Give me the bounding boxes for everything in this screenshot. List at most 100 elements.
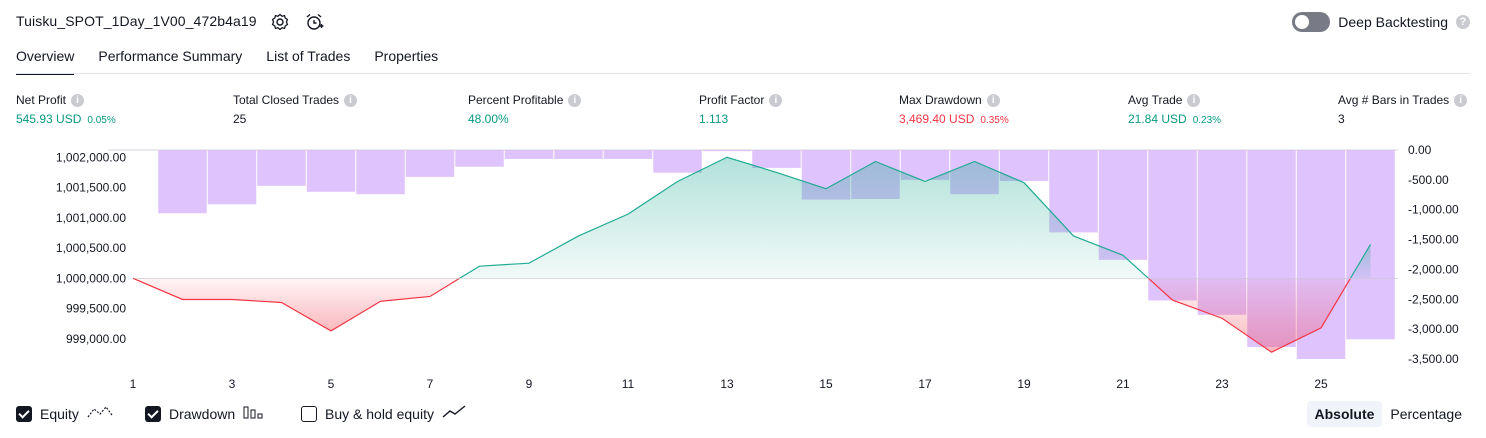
drawdown-bar — [405, 150, 455, 177]
x-axis-tick: 11 — [622, 377, 635, 391]
left-axis-tick: 1,000,000.00 — [56, 271, 126, 285]
deep-backtesting-toggle[interactable] — [1292, 12, 1331, 32]
info-icon[interactable]: i — [1454, 93, 1468, 107]
right-axis-tick: -500.00 — [1408, 173, 1449, 187]
metric-profit-factor: Profit Factor i 1.113 — [699, 93, 783, 126]
info-icon[interactable]: i — [1187, 93, 1201, 107]
right-axis-tick: -1,000.00 — [1408, 203, 1459, 217]
left-axis-tick: 1,001,500.00 — [56, 181, 126, 195]
metric-label: Percent Profitable — [468, 93, 564, 107]
drawdown-bar — [653, 150, 702, 173]
info-icon[interactable]: i — [71, 93, 85, 107]
drawdown-checkbox[interactable] — [145, 405, 161, 422]
metric-avg-trade: Avg Trade i 21.84 USD 0.23% — [1128, 93, 1221, 126]
metric-value: 25 — [233, 112, 247, 126]
absolute-button[interactable]: Absolute — [1306, 401, 1383, 427]
drawdown-bar — [207, 150, 257, 205]
strategy-title: Tuisku_SPOT_1Day_1V00_472b4a19 — [16, 13, 257, 29]
drawdown-bar — [702, 150, 752, 152]
info-icon[interactable]: i — [568, 93, 582, 107]
metric-label: Max Drawdown — [899, 93, 982, 107]
metric-label: Total Closed Trades — [233, 93, 340, 107]
metric-avg-bars: Avg # Bars in Trades i 3 — [1338, 93, 1468, 126]
metric-label: Net Profit — [16, 93, 67, 107]
x-axis-tick: 7 — [427, 377, 434, 391]
tab-overview[interactable]: Overview — [16, 48, 75, 75]
legend-equity-label: Equity — [40, 405, 79, 422]
drawdown-bar — [504, 150, 554, 159]
metric-label: Avg Trade — [1128, 93, 1183, 107]
drawdown-bar — [1148, 150, 1197, 301]
right-axis-tick: -3,500.00 — [1408, 352, 1459, 366]
alarm-clock-plus-icon[interactable] — [304, 12, 324, 32]
legend-buy-hold-label: Buy & hold equity — [325, 405, 434, 422]
info-icon[interactable]: i — [769, 93, 783, 107]
metric-value: 3 — [1338, 112, 1345, 126]
left-axis-tick: 999,500.00 — [66, 302, 126, 316]
drawdown-bar — [257, 150, 306, 186]
drawdown-bar — [554, 150, 603, 159]
equity-line-icon — [87, 405, 113, 422]
drawdown-bar — [455, 150, 504, 167]
equity-checkbox[interactable] — [16, 405, 32, 422]
left-axis-tick: 1,002,000.00 — [56, 150, 126, 164]
left-axis-tick: 999,000.00 — [66, 332, 126, 346]
x-axis-tick: 23 — [1215, 377, 1229, 391]
metric-value: 21.84 USD — [1128, 112, 1187, 126]
metric-label: Profit Factor — [699, 93, 765, 107]
metric-label: Avg # Bars in Trades — [1338, 93, 1450, 107]
percentage-button[interactable]: Percentage — [1382, 401, 1470, 427]
x-axis-tick: 15 — [819, 377, 833, 391]
info-icon[interactable]: i — [344, 93, 358, 107]
metric-percent: 0.35% — [980, 115, 1009, 126]
x-axis-tick: 17 — [918, 377, 932, 391]
x-axis-tick: 5 — [328, 377, 335, 391]
scale-toggle: Absolute Percentage — [1306, 401, 1471, 427]
x-axis-tick: 13 — [720, 377, 734, 391]
equity-chart[interactable]: 1,002,000.00 1,001,500.00 1,001,000.00 1,00… — [0, 140, 1486, 398]
bar-chart-icon — [243, 405, 265, 422]
x-axis-tick: 25 — [1314, 377, 1328, 391]
metric-max-drawdown: Max Drawdown i 3,469.40 USD 0.35% — [899, 93, 1009, 126]
metric-value: 545.93 USD — [16, 112, 82, 126]
legend-equity[interactable]: Equity — [16, 405, 113, 422]
gear-icon[interactable] — [270, 12, 290, 32]
drawdown-bar — [603, 150, 653, 159]
x-axis-tick: 1 — [130, 377, 137, 391]
metric-total-closed-trades: Total Closed Trades i 25 — [233, 93, 358, 126]
left-axis-tick: 1,001,000.00 — [56, 211, 126, 225]
metric-value: 1.113 — [699, 112, 729, 126]
right-axis-tick: -3,000.00 — [1408, 322, 1459, 336]
x-axis-tick: 3 — [229, 377, 236, 391]
help-icon[interactable]: ? — [1456, 15, 1470, 29]
x-axis-tick: 9 — [526, 377, 533, 391]
legend-drawdown-label: Drawdown — [169, 405, 236, 422]
metric-value: 3,469.40 USD — [899, 112, 975, 126]
legend-buy-hold[interactable]: Buy & hold equity — [301, 405, 466, 422]
right-axis-tick: -2,000.00 — [1408, 262, 1459, 276]
deep-backtesting: Deep Backtesting ? — [1292, 12, 1470, 32]
tab-list-of-trades[interactable]: List of Trades — [266, 48, 350, 75]
drawdown-bar — [1098, 150, 1148, 260]
right-axis-tick: 0.00 — [1408, 143, 1432, 157]
info-icon[interactable]: i — [986, 93, 1000, 107]
x-axis-tick: 19 — [1017, 377, 1031, 391]
tab-divider — [16, 73, 1470, 74]
drawdown-bar — [306, 150, 356, 192]
tab-performance-summary[interactable]: Performance Summary — [98, 48, 242, 75]
metric-net-profit: Net Profit i 545.93 USD 0.05% — [16, 93, 116, 126]
drawdown-bar — [356, 150, 405, 195]
metric-percent: 0.05% — [87, 115, 116, 126]
right-axis-tick: -1,500.00 — [1408, 233, 1459, 247]
metric-value: 48.00% — [468, 112, 509, 126]
drawdown-bar — [752, 150, 801, 168]
metric-percent-profitable: Percent Profitable i 48.00% — [468, 93, 582, 126]
drawdown-bar — [158, 150, 207, 214]
tab-properties[interactable]: Properties — [374, 48, 438, 75]
left-axis-tick: 1,000,500.00 — [56, 241, 126, 255]
tab-bar: Overview Performance Summary List of Tra… — [16, 48, 462, 75]
equity-area-loss — [133, 278, 460, 331]
legend-drawdown[interactable]: Drawdown — [145, 405, 265, 422]
buy-hold-checkbox[interactable] — [301, 405, 317, 422]
trend-line-icon — [442, 405, 466, 422]
